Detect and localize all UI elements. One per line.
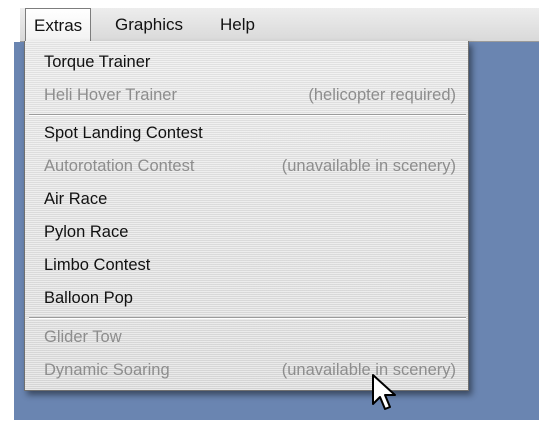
- menu-separator: [29, 317, 466, 319]
- menu-item-label: Air Race: [44, 190, 108, 208]
- menu-item-label: Balloon Pop: [44, 289, 133, 307]
- menu-item-label: Glider Tow: [44, 328, 122, 346]
- menu-separator: [29, 114, 466, 116]
- menu-item-glider-tow: Glider Tow: [25, 321, 468, 353]
- menu-item-balloon-pop[interactable]: Balloon Pop: [25, 282, 468, 314]
- menu-graphics[interactable]: Graphics: [107, 8, 191, 41]
- menu-item-label: Pylon Race: [44, 223, 129, 241]
- menu-item-autorotation-contest: Autorotation Contest (unavailable in sce…: [25, 150, 468, 182]
- menu-item-label: Limbo Contest: [44, 256, 151, 274]
- extras-dropdown-menu: Torque Trainer Heli Hover Trainer (helic…: [24, 41, 469, 391]
- menu-item-air-race[interactable]: Air Race: [25, 183, 468, 215]
- menu-item-dynamic-soaring: Dynamic Soaring (unavailable in scenery): [25, 354, 468, 386]
- menu-help[interactable]: Help: [212, 8, 263, 41]
- menu-item-label: Autorotation Contest: [44, 157, 195, 175]
- menu-item-limbo-contest[interactable]: Limbo Contest: [25, 249, 468, 281]
- menu-item-torque-trainer[interactable]: Torque Trainer: [25, 46, 468, 78]
- menu-item-label: Dynamic Soaring: [44, 361, 170, 379]
- menu-item-pylon-race[interactable]: Pylon Race: [25, 216, 468, 248]
- menu-item-label: Heli Hover Trainer: [44, 86, 177, 104]
- menu-item-note: (unavailable in scenery): [281, 157, 456, 175]
- menu-extras[interactable]: Extras: [25, 8, 92, 43]
- menu-item-note: (unavailable in scenery): [281, 361, 456, 379]
- app-window: Extras Graphics Help Torque Trainer Heli…: [0, 0, 539, 433]
- menu-item-label: Torque Trainer: [44, 53, 151, 71]
- menu-item-spot-landing-contest[interactable]: Spot Landing Contest: [25, 117, 468, 149]
- arrow-pointer-icon: [372, 374, 396, 410]
- menu-item-heli-hover-trainer: Heli Hover Trainer (helicopter required): [25, 79, 468, 111]
- menu-item-label: Spot Landing Contest: [44, 124, 203, 142]
- menu-item-note: (helicopter required): [308, 86, 456, 104]
- menu-bar: Extras Graphics Help: [20, 8, 539, 43]
